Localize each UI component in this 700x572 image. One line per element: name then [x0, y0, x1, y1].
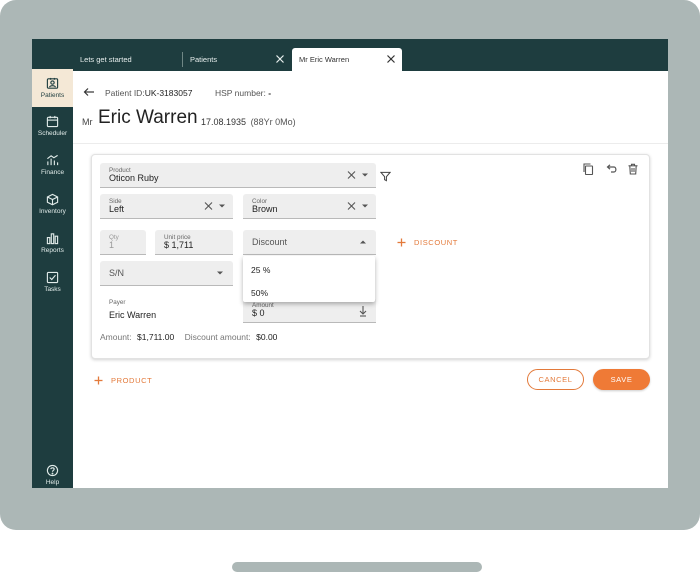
chevron-down-icon[interactable]: [362, 204, 368, 208]
product-select[interactable]: Product Oticon Ruby: [100, 163, 376, 188]
help-icon: [46, 464, 59, 476]
tab-bar: Lets get started Patients Mr Eric Warren: [73, 39, 668, 71]
tab-lets-get-started[interactable]: Lets get started: [73, 48, 181, 71]
tab-label: Lets get started: [80, 55, 132, 64]
tab-label: Mr Eric Warren: [299, 55, 350, 64]
discount-amount-value: $0.00: [256, 332, 278, 342]
patient-id-label: Patient ID:: [105, 88, 145, 98]
chevron-up-icon[interactable]: [360, 240, 366, 244]
sidebar-item-help[interactable]: Help: [32, 456, 73, 488]
title-prefix: Mr: [82, 117, 93, 127]
product-card: Product Oticon Ruby Side Left Color Brow…: [91, 154, 650, 359]
tab-patients[interactable]: Patients: [183, 48, 291, 71]
payer-value: Eric Warren: [109, 310, 157, 320]
tab-mr-eric-warren[interactable]: Mr Eric Warren: [292, 48, 402, 71]
plus-icon: [397, 238, 406, 247]
trash-icon[interactable]: [627, 163, 639, 175]
bar-chart-icon: [46, 232, 59, 244]
add-discount-label: DISCOUNT: [414, 238, 458, 247]
main-content: Patient ID:UK-3183057 HSP number: - Mr E…: [73, 71, 668, 488]
unit-price-field[interactable]: Unit price $ 1,711: [155, 230, 233, 255]
back-arrow-icon[interactable]: [83, 86, 95, 98]
calendar-icon: [46, 115, 59, 127]
sidebar-item-label: Reports: [41, 246, 64, 254]
field-placeholder: Discount: [252, 237, 288, 247]
field-value: Oticon Ruby: [109, 173, 159, 183]
field-value: 1: [109, 240, 115, 250]
device-stand: [232, 562, 482, 572]
app-window: Patients Scheduler Finance Inventory Rep…: [32, 39, 668, 488]
undo-icon[interactable]: [605, 163, 617, 175]
finance-icon: [47, 154, 59, 165]
patient-dob: 17.08.1935 (88Yr 0Mo): [201, 117, 296, 127]
discount-option-25[interactable]: 25 %: [251, 265, 270, 275]
amount-summary: Amount: $1,711.00 Discount amount: $0.00: [100, 332, 285, 342]
age-value: (88Yr 0Mo): [250, 117, 296, 127]
clear-icon[interactable]: [347, 171, 356, 180]
sidebar-item-label: Scheduler: [37, 129, 68, 137]
side-select[interactable]: Side Left: [100, 194, 233, 219]
plus-icon: [94, 376, 103, 385]
sidebar: Patients Scheduler Finance Inventory Rep…: [32, 39, 73, 488]
amount-value: $1,711.00: [137, 332, 175, 342]
dob-value: 17.08.1935: [201, 117, 247, 127]
amount-label: Amount:: [100, 332, 132, 342]
quantity-field[interactable]: Qty 1: [100, 230, 146, 255]
filter-icon[interactable]: [380, 171, 391, 182]
field-value: Left: [109, 204, 125, 214]
page-title: Eric Warren: [98, 107, 198, 128]
field-placeholder: S/N: [109, 268, 125, 278]
hsp-value: -: [268, 88, 272, 98]
clear-icon[interactable]: [347, 202, 356, 211]
patient-id-value: UK-3183057: [144, 88, 193, 98]
clear-icon[interactable]: [204, 202, 213, 211]
hsp-number: HSP number: -: [215, 88, 271, 98]
field-value: $ 0: [252, 308, 265, 318]
cancel-button[interactable]: CANCEL: [527, 369, 584, 390]
color-select[interactable]: Color Brown: [243, 194, 376, 219]
sidebar-item-label: Patients: [40, 91, 65, 99]
discount-dropdown-menu: 25 % 50%: [243, 256, 375, 302]
patients-icon: [46, 77, 59, 89]
chevron-down-icon[interactable]: [217, 271, 223, 275]
add-discount-button[interactable]: DISCOUNT: [397, 238, 458, 247]
tab-label: Patients: [190, 55, 218, 64]
save-button[interactable]: SAVE: [593, 369, 650, 390]
patient-id: Patient ID:UK-3183057: [105, 88, 192, 98]
sidebar-item-finance[interactable]: Finance: [32, 146, 73, 184]
arrow-down-icon[interactable]: [358, 305, 368, 317]
sidebar-item-label: Finance: [40, 168, 65, 176]
sidebar-item-patients[interactable]: Patients: [32, 69, 73, 107]
sidebar-item-label: Help: [45, 478, 60, 486]
close-icon[interactable]: [386, 54, 396, 64]
discount-select[interactable]: Discount: [243, 230, 376, 255]
sidebar-item-label: Inventory: [39, 207, 66, 215]
sidebar-item-scheduler[interactable]: Scheduler: [32, 107, 73, 145]
sidebar-item-inventory[interactable]: Inventory: [32, 185, 73, 223]
sidebar-item-tasks[interactable]: Tasks: [32, 263, 73, 301]
close-icon[interactable]: [275, 54, 285, 64]
sidebar-item-label: Tasks: [44, 285, 61, 293]
divider: [73, 143, 668, 144]
discount-option-50[interactable]: 50%: [251, 288, 268, 298]
add-product-button[interactable]: PRODUCT: [94, 376, 152, 385]
sidebar-item-reports[interactable]: Reports: [32, 224, 73, 262]
chevron-down-icon[interactable]: [362, 173, 368, 177]
add-product-label: PRODUCT: [111, 376, 153, 385]
field-value: Brown: [252, 204, 278, 214]
hsp-label: HSP number:: [215, 88, 266, 98]
serial-number-select[interactable]: S/N: [100, 261, 233, 286]
payer-label: Payer: [109, 299, 126, 306]
field-value: $ 1,711: [164, 240, 194, 250]
box-icon: [46, 193, 59, 205]
checkbox-icon: [46, 271, 59, 283]
chevron-down-icon[interactable]: [219, 204, 225, 208]
copy-icon[interactable]: [582, 163, 594, 175]
discount-amount-label: Discount amount:: [184, 332, 251, 342]
